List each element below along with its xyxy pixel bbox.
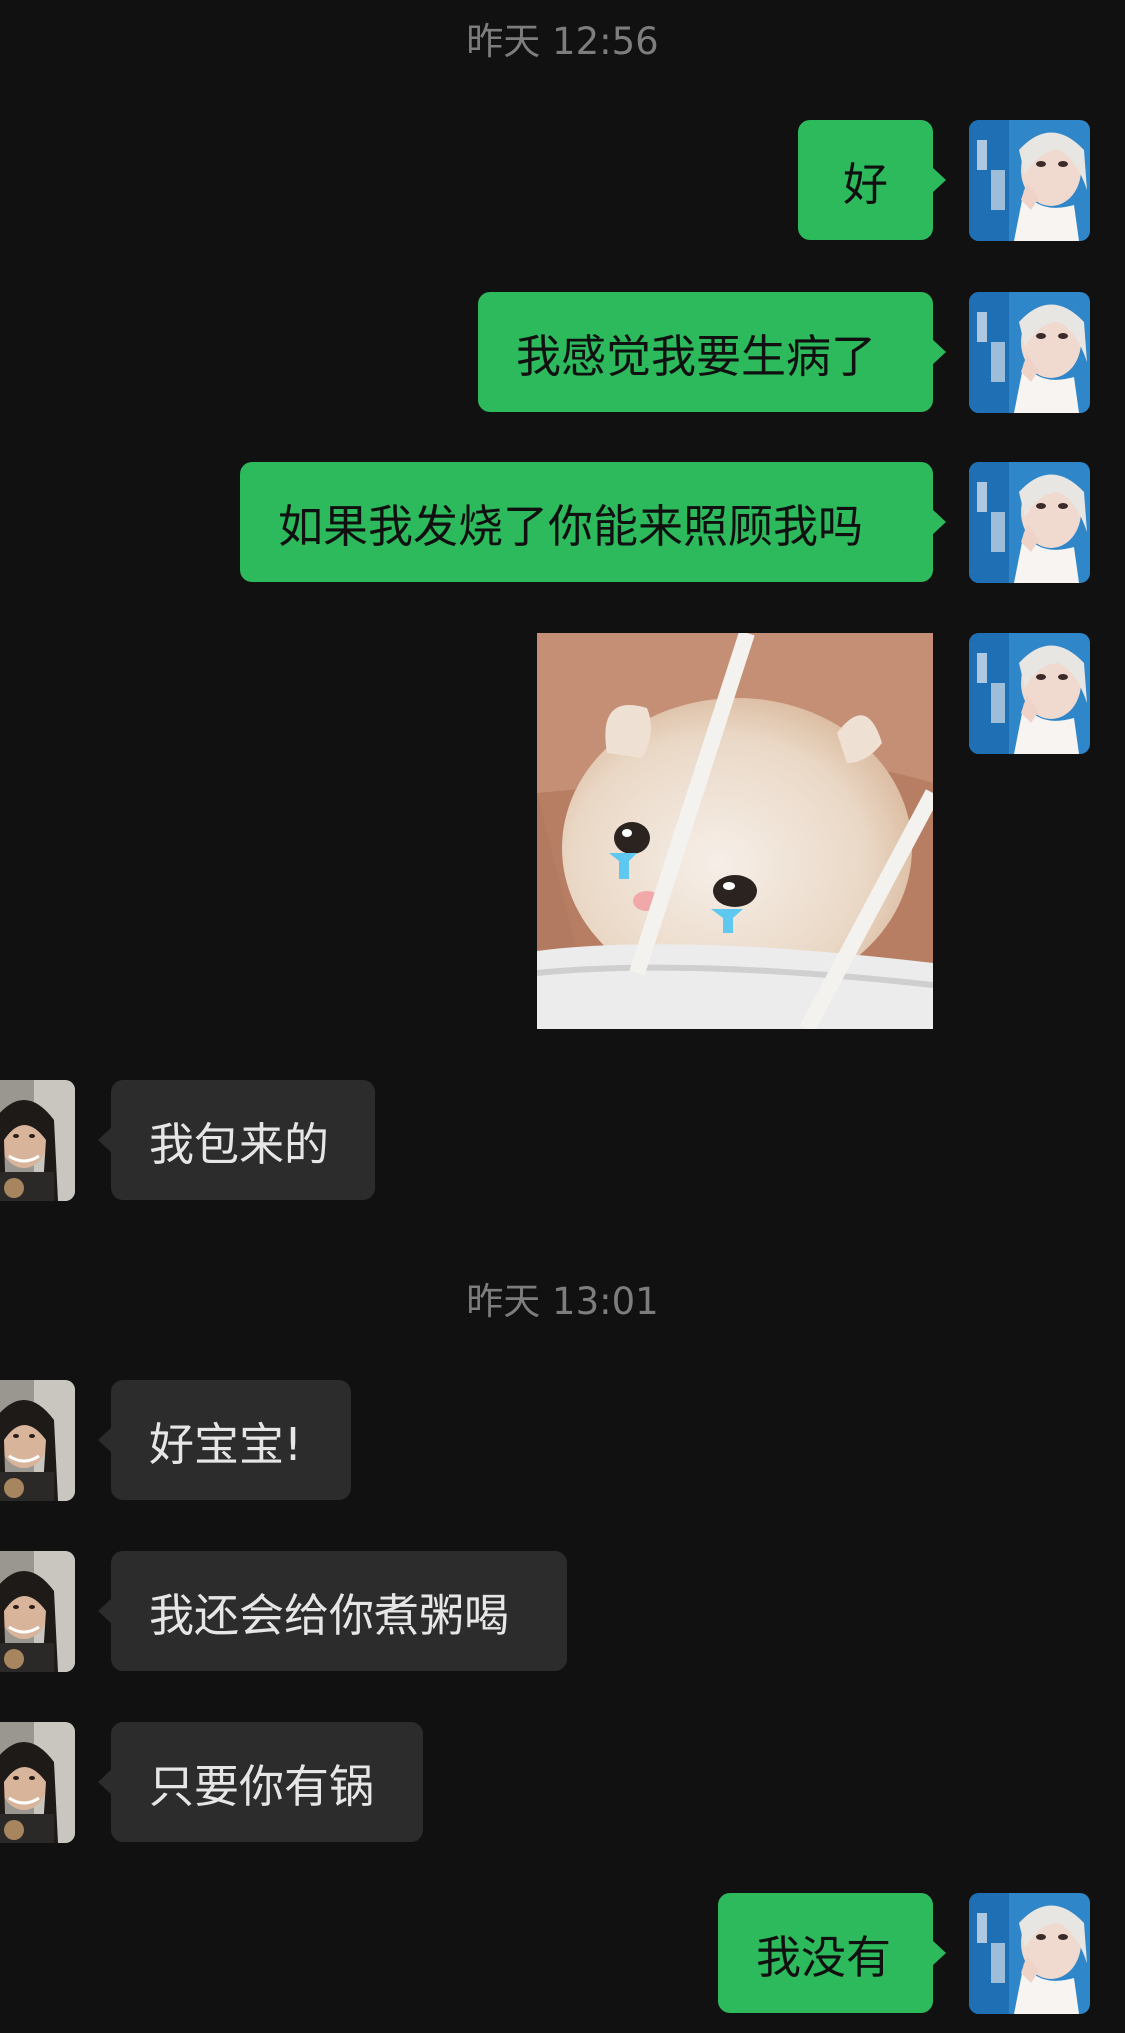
message-text: 我感觉我要生病了 [516, 329, 877, 383]
message-text: 我还会给你煮粥喝 [149, 1588, 510, 1642]
message-text: 好 [842, 157, 888, 211]
incoming-message-bubble[interactable]: 好宝宝! [98, 1380, 351, 1500]
outgoing-message-bubble[interactable]: 我没有 [718, 1893, 946, 2013]
contact-avatar[interactable] [0, 1080, 75, 1201]
contact-avatar[interactable] [0, 1551, 75, 1672]
my-avatar[interactable] [969, 633, 1090, 754]
incoming-message-bubble[interactable]: 只要你有锅 [98, 1722, 423, 1842]
my-avatar[interactable] [969, 1893, 1090, 2014]
message-text: 我包来的 [149, 1117, 330, 1171]
timestamp: 昨天 13:01 [466, 1280, 659, 1323]
incoming-message-bubble[interactable]: 我包来的 [98, 1080, 375, 1200]
contact-avatar[interactable] [0, 1380, 75, 1501]
outgoing-message-bubble[interactable]: 好 [798, 120, 946, 240]
crying-kitten-sticker[interactable] [537, 633, 933, 1029]
outgoing-message-bubble[interactable]: 如果我发烧了你能来照顾我吗 [240, 462, 946, 582]
contact-avatar[interactable] [0, 1722, 75, 1843]
my-avatar[interactable] [969, 120, 1090, 241]
outgoing-message-bubble[interactable]: 我感觉我要生病了 [478, 292, 946, 412]
message-text: 如果我发烧了你能来照顾我吗 [278, 499, 864, 553]
my-avatar[interactable] [969, 292, 1090, 413]
message-text: 好宝宝! [149, 1417, 303, 1471]
message-text: 我没有 [756, 1930, 892, 1984]
message-text: 只要你有锅 [149, 1759, 375, 1813]
timestamp: 昨天 12:56 [466, 20, 659, 63]
my-avatar[interactable] [969, 462, 1090, 583]
incoming-message-bubble[interactable]: 我还会给你煮粥喝 [98, 1551, 567, 1671]
